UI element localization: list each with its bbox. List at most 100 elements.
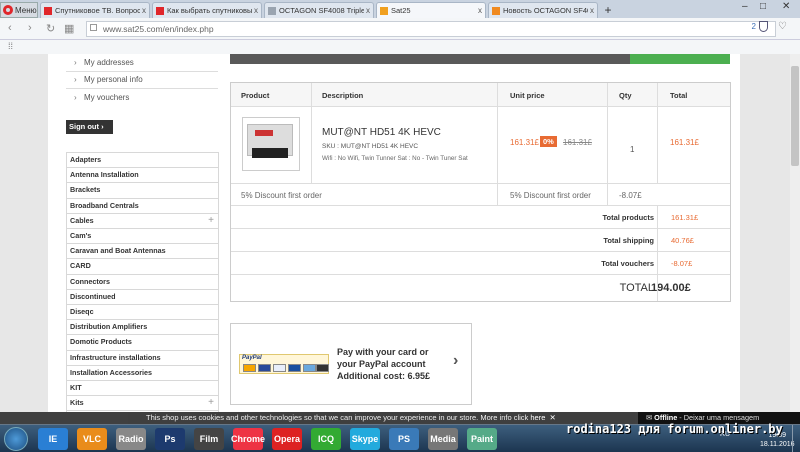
category-label: KIT [70, 383, 82, 392]
category-item[interactable]: Distribution Amplifiers [66, 319, 219, 335]
favicon-icon [44, 6, 52, 15]
product-name-link[interactable]: MUT@NT HD51 4K HEVC [322, 127, 441, 138]
category-item[interactable]: Domotic Products [66, 334, 219, 350]
discount-amount: -8.07£ [619, 191, 642, 200]
taskbar-app-icon[interactable]: Skype [350, 428, 380, 450]
tab-close-icon[interactable]: x [366, 6, 370, 15]
grid-icon[interactable]: ⁞⁞ [8, 41, 13, 51]
divider [497, 83, 498, 107]
discount-row: 5% Discount first order 5% Discount firs… [231, 184, 730, 206]
divider [657, 83, 658, 107]
url-field[interactable]: www.sat25.com/en/index.php [86, 21, 776, 37]
sidebar-link-personal-info[interactable]: My personal info [66, 71, 218, 89]
scrollbar-thumb[interactable] [791, 66, 799, 166]
summary-value: -8.07£ [671, 259, 693, 268]
category-label: Adapters [70, 155, 102, 164]
taskbar-app-icon[interactable]: IE [38, 428, 68, 450]
sidebar-link-vouchers[interactable]: My vouchers [66, 89, 218, 107]
category-item[interactable]: Infrastructure installations [66, 349, 219, 365]
quantity-value: 1 [630, 145, 635, 154]
category-item[interactable]: Broadband Centrals [66, 197, 219, 213]
menu-label: Меню [15, 5, 37, 15]
back-icon[interactable]: ‹ [8, 22, 12, 34]
web-page: My addresses My personal info My voucher… [0, 54, 800, 412]
heart-icon[interactable]: ♡ [778, 21, 787, 32]
speed-dial-icon[interactable]: ▦ [64, 22, 74, 35]
show-desktop-button[interactable] [792, 425, 800, 452]
category-label: Cam's [70, 231, 92, 240]
start-button[interactable] [4, 427, 28, 451]
tab-close-icon[interactable]: x [478, 6, 482, 15]
site-info-icon[interactable] [90, 24, 97, 31]
sign-out-label: Sign out [69, 122, 99, 131]
category-item[interactable]: Installation Accessories [66, 364, 219, 380]
product-image[interactable] [242, 117, 300, 171]
category-item[interactable]: Diseqc [66, 304, 219, 320]
taskbar-app-icon[interactable]: Radio [116, 428, 146, 450]
reload-icon[interactable]: ↻ [46, 22, 55, 35]
discount-badge: 0% [540, 136, 557, 147]
category-item[interactable]: Antenna Installation [66, 167, 219, 183]
sidebar-link-addresses[interactable]: My addresses [66, 54, 218, 72]
sign-out-button[interactable]: Sign out › [66, 120, 113, 134]
summary-value: 161.31£ [671, 213, 699, 222]
taskbar-app-icon[interactable]: Opera [272, 428, 302, 450]
category-item[interactable]: Cam's [66, 228, 219, 244]
category-item[interactable]: Brackets [66, 182, 219, 198]
category-label: Installation Accessories [70, 367, 153, 377]
category-item[interactable]: Discontinued [66, 288, 219, 304]
expand-icon[interactable]: + [208, 214, 214, 228]
browser-tab[interactable]: Новость OCTAGON SF4008 x [488, 2, 598, 18]
taskbar-app-icon[interactable]: Film [194, 428, 224, 450]
minimize-button[interactable]: – [742, 1, 748, 12]
divider [607, 184, 608, 206]
summary-row-products: Total products 161.31£ [231, 206, 730, 229]
payment-line: Pay with your card or [337, 347, 429, 357]
browser-tab[interactable]: Как выбрать спутниковый x [152, 2, 262, 18]
browser-tab[interactable]: Спутниковое ТВ. Вопросы x [40, 2, 150, 18]
table-row: MUT@NT HD51 4K HEVC SKU : MUT@NT HD51 4K… [231, 107, 730, 184]
expand-icon[interactable]: + [208, 396, 214, 410]
category-item[interactable]: CARD [66, 258, 219, 274]
category-item[interactable]: Connectors [66, 273, 219, 289]
header-qty: Qty [619, 91, 632, 100]
taskbar-app-icon[interactable]: Ps [155, 428, 185, 450]
tab-close-icon[interactable]: x [254, 6, 258, 15]
chevron-right-icon: › [101, 122, 104, 131]
category-item[interactable]: Adapters [66, 152, 219, 168]
tab-title: Спутниковое ТВ. Вопросы [55, 6, 140, 15]
category-label: Caravan and Boat Antennas [70, 246, 166, 256]
payment-text: Pay with your card or your PayPal accoun… [337, 346, 447, 382]
category-item[interactable]: Caravan and Boat Antennas [66, 243, 219, 259]
taskbar-app-icon[interactable]: VLC [77, 428, 107, 450]
category-item[interactable]: Kits + [66, 395, 219, 411]
category-item[interactable]: KIT [66, 380, 219, 396]
paypal-payment-option[interactable]: PayPal Pay with your card or your PayPal… [230, 323, 472, 405]
taskbar-app-icon[interactable]: Media [428, 428, 458, 450]
taskbar-app-icon[interactable]: PS [389, 428, 419, 450]
cookie-close-button[interactable]: ✕ [549, 413, 555, 422]
summary-row-vouchers: Total vouchers -8.07£ [231, 252, 730, 275]
category-label: Cables [70, 215, 94, 225]
close-window-button[interactable]: ✕ [782, 1, 790, 12]
maximize-button[interactable]: □ [760, 1, 766, 12]
cookie-more-link[interactable]: here [530, 413, 545, 422]
new-tab-button[interactable]: + [601, 4, 615, 18]
maestro-icon [258, 364, 271, 372]
amex-icon [303, 364, 316, 372]
vertical-scrollbar[interactable] [790, 54, 800, 412]
browser-tab[interactable]: OCTAGON SF4008 Triple 4K x [264, 2, 374, 18]
tab-close-icon[interactable]: x [590, 6, 594, 15]
discount-description: 5% Discount first order [510, 191, 591, 200]
divider [311, 83, 312, 107]
divider [657, 252, 658, 275]
shield-icon[interactable] [759, 21, 768, 32]
taskbar-app-icon[interactable]: ICQ [311, 428, 341, 450]
taskbar-app-icon[interactable]: Chrome [231, 428, 265, 450]
browser-tab-active[interactable]: Sat25 x [376, 2, 486, 18]
forward-icon[interactable]: › [28, 22, 32, 34]
tab-close-icon[interactable]: x [142, 6, 146, 15]
category-item[interactable]: Cables + [66, 212, 219, 228]
taskbar-app-icon[interactable]: Paint [467, 428, 497, 450]
opera-menu-button[interactable]: Меню [0, 2, 38, 18]
